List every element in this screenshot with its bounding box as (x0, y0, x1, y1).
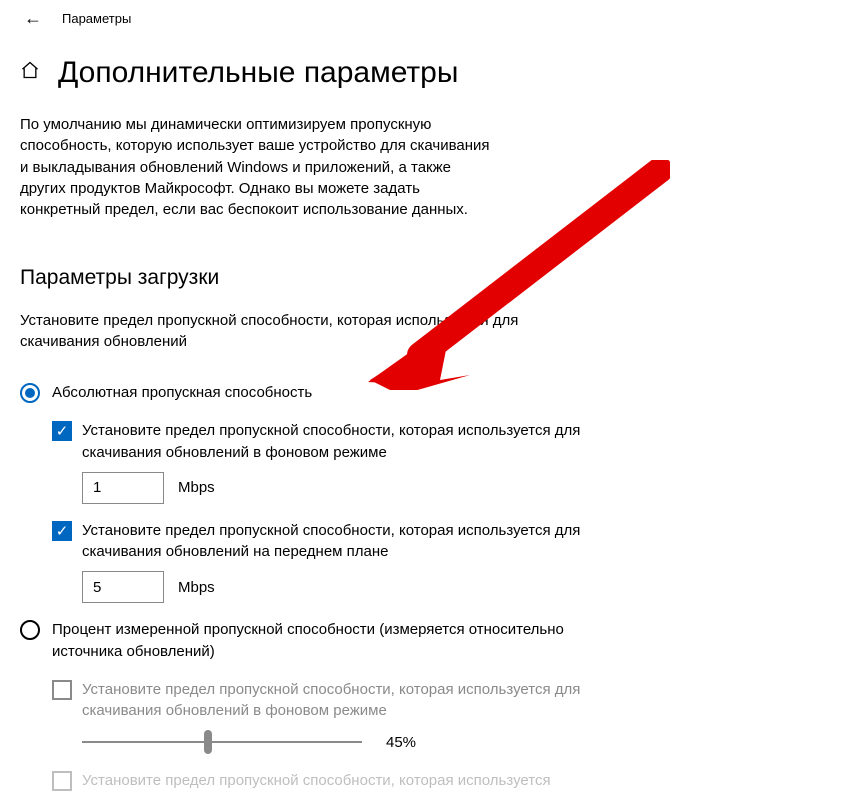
unit-label: Mbps (178, 579, 215, 596)
checkbox-icon: ✓ (52, 521, 72, 541)
download-section-title: Параметры загрузки (20, 266, 620, 290)
checkbox-icon (52, 680, 72, 700)
input-abs-bg[interactable] (82, 472, 164, 504)
back-button[interactable]: ← (18, 5, 48, 31)
home-icon[interactable] (20, 60, 40, 86)
slider-track (82, 741, 362, 743)
checkbox-icon (52, 771, 72, 791)
check-abs-bg[interactable]: ✓ Установите предел пропускной способнос… (52, 420, 620, 464)
check-pct-bg: Установите предел пропускной способности… (52, 679, 620, 723)
intro-text: По умолчанию мы динамически оптимизируем… (20, 114, 490, 220)
slider-thumb (204, 730, 212, 754)
slider-pct-bg-value: 45% (386, 734, 416, 751)
page-title: Дополнительные параметры (58, 56, 458, 90)
checkbox-icon: ✓ (52, 421, 72, 441)
check-abs-bg-label: Установите предел пропускной способности… (82, 420, 582, 464)
unit-label: Mbps (178, 479, 215, 496)
radio-percent[interactable]: Процент измеренной пропускной способност… (20, 619, 620, 663)
check-pct-fg-label: Установите предел пропускной способности… (82, 770, 551, 792)
app-title: Параметры (62, 11, 131, 26)
radio-absolute-label: Абсолютная пропускная способность (52, 382, 312, 404)
input-abs-fg[interactable] (82, 571, 164, 603)
check-pct-fg: Установите предел пропускной способности… (52, 770, 620, 792)
radio-absolute[interactable]: Абсолютная пропускная способность (20, 382, 620, 404)
check-pct-bg-label: Установите предел пропускной способности… (82, 679, 582, 723)
download-section-sub: Установите предел пропускной способности… (20, 310, 580, 352)
slider-pct-bg (82, 730, 362, 754)
radio-icon (20, 620, 40, 640)
radio-percent-label: Процент измеренной пропускной способност… (52, 619, 620, 663)
radio-icon (20, 383, 40, 403)
check-abs-fg[interactable]: ✓ Установите предел пропускной способнос… (52, 520, 620, 564)
check-abs-fg-label: Установите предел пропускной способности… (82, 520, 582, 564)
